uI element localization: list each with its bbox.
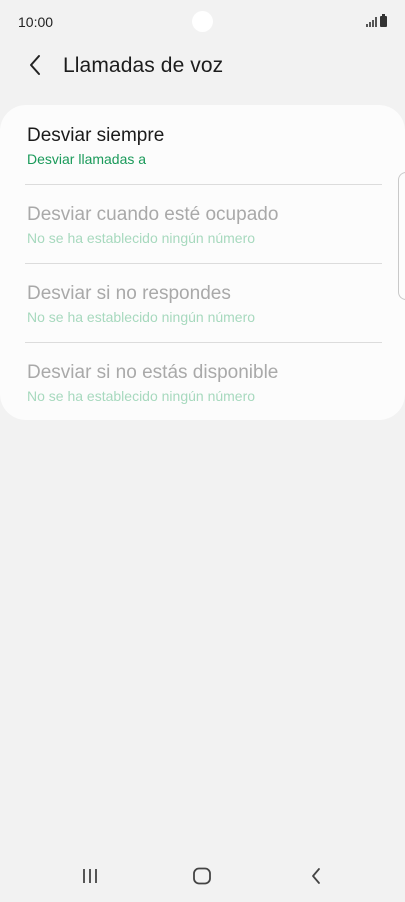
home-icon <box>193 867 211 885</box>
navigation-bar <box>0 852 405 902</box>
item-subtitle: Desviar llamadas a <box>27 151 147 167</box>
recents-icon <box>83 869 97 883</box>
item-title: Desviar si no estás disponible <box>27 362 279 383</box>
battery-icon <box>380 14 387 27</box>
list-item-forward-no-answer: Desviar si no respondes No se ha estable… <box>0 263 405 342</box>
front-camera <box>192 11 213 32</box>
list-item-forward-unavailable: Desviar si no estás disponible No se ha … <box>0 342 405 421</box>
item-subtitle: No se ha establecido ningún número <box>27 388 256 404</box>
page-title: Llamadas de voz <box>63 54 224 77</box>
app-header: Llamadas de voz <box>0 44 405 90</box>
back-button[interactable] <box>20 50 50 80</box>
status-icons <box>366 14 387 27</box>
item-title: Desviar siempre <box>27 125 165 146</box>
nav-back-button[interactable] <box>301 864 331 888</box>
signal-icon <box>366 17 377 27</box>
list-item-forward-always[interactable]: Desviar siempre Desviar llamadas a <box>0 105 405 184</box>
recents-button[interactable] <box>75 864 105 888</box>
item-subtitle: No se ha establecido ningún número <box>27 309 256 325</box>
call-forwarding-list: Desviar siempre Desviar llamadas a Desvi… <box>0 105 405 420</box>
item-title: Desviar si no respondes <box>27 283 231 304</box>
scroll-indicator[interactable] <box>398 172 405 300</box>
list-item-forward-busy: Desviar cuando esté ocupado No se ha est… <box>0 184 405 263</box>
item-subtitle: No se ha establecido ningún número <box>27 230 256 246</box>
chevron-left-icon <box>30 55 40 75</box>
item-title: Desviar cuando esté ocupado <box>27 204 279 225</box>
back-icon <box>312 868 320 884</box>
status-time: 10:00 <box>18 14 54 30</box>
home-button[interactable] <box>187 864 217 888</box>
status-bar: 10:00 <box>0 0 405 44</box>
